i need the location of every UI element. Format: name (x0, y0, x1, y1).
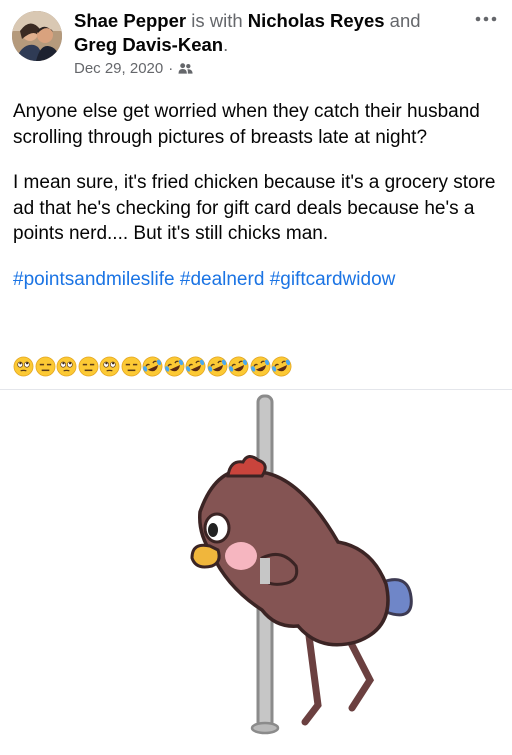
with-text: is with (191, 10, 243, 31)
tagged-person-1[interactable]: Nicholas Reyes (248, 10, 385, 31)
period: . (223, 34, 229, 55)
face-with-rolling-eyes-emoji-icon (99, 356, 120, 377)
hashtag-link[interactable]: #dealnerd (180, 269, 265, 290)
more-options-button[interactable] (473, 12, 499, 26)
rolling-on-the-floor-laughing-emoji-icon (271, 356, 292, 377)
rolling-on-the-floor-laughing-emoji-icon (142, 356, 163, 377)
rolling-on-the-floor-laughing-emoji-icon (185, 356, 206, 377)
rolling-on-the-floor-laughing-emoji-icon (228, 356, 249, 377)
post-header: Shae Pepper is with Nicholas Reyes and G… (0, 0, 512, 90)
author-line: Shae Pepper is with Nicholas Reyes and G… (74, 9, 454, 57)
author-avatar[interactable] (12, 11, 62, 61)
expressionless-face-emoji-icon (35, 356, 55, 377)
friends-icon (178, 63, 193, 74)
rolling-on-the-floor-laughing-emoji-icon (164, 356, 184, 377)
more-horizontal-icon (475, 16, 497, 22)
post-date[interactable]: Dec 29, 2020 (74, 60, 163, 77)
avatar-photo (12, 11, 62, 61)
expressionless-face-emoji-icon (78, 356, 98, 377)
face-with-rolling-eyes-emoji-icon (13, 356, 34, 377)
and-text: and (389, 10, 421, 31)
post-meta: Dec 29, 2020 · (74, 60, 193, 77)
post-paragraph-2: I mean sure, it's fried chicken because … (13, 172, 496, 244)
author-name[interactable]: Shae Pepper (74, 10, 186, 31)
post-body: Anyone else get worried when they catch … (13, 99, 503, 312)
expressionless-face-emoji-icon (121, 356, 141, 377)
hashtag-link[interactable]: #pointsandmileslife (13, 269, 175, 290)
hashtag-list: #pointsandmileslife #dealnerd #giftcardw… (13, 267, 503, 293)
dancing-chicken-gif (0, 390, 512, 750)
hashtag-link[interactable]: #giftcardwidow (270, 269, 396, 290)
meta-separator: · (168, 60, 174, 77)
face-with-rolling-eyes-emoji-icon (56, 356, 77, 377)
rolling-on-the-floor-laughing-emoji-icon (207, 356, 227, 377)
tagged-person-2[interactable]: Greg Davis-Kean (74, 34, 223, 55)
post-paragraph-1: Anyone else get worried when they catch … (13, 101, 480, 148)
rolling-on-the-floor-laughing-emoji-icon (250, 356, 270, 377)
emoji-row (13, 356, 292, 380)
post-gif[interactable] (0, 390, 512, 750)
